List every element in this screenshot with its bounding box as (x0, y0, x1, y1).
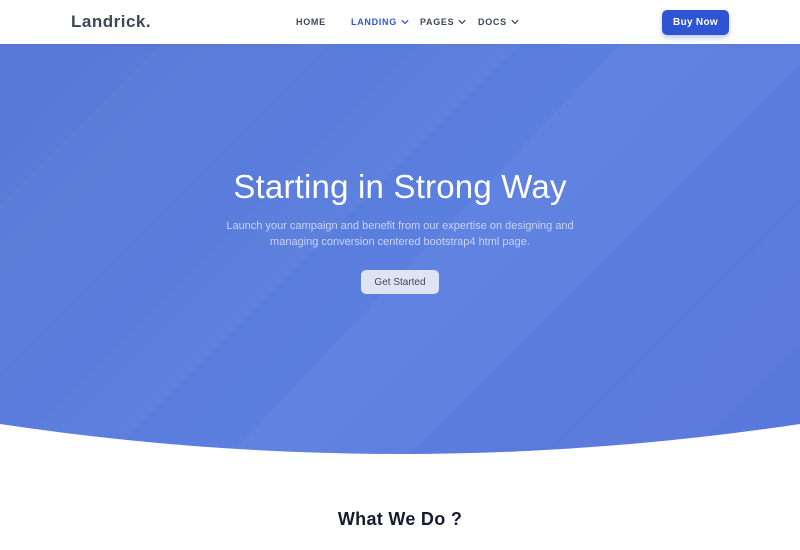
buy-now-button[interactable]: Buy Now (662, 10, 729, 35)
nav-item-label: DOCS (478, 17, 507, 27)
chevron-down-icon (401, 18, 409, 26)
section-title: What We Do ? (337, 509, 463, 529)
landing-page: Landrick. HOME LANDING PAGES DOCS Buy No… (0, 0, 800, 550)
chevron-down-icon (511, 18, 519, 26)
hero-section: Starting in Strong Way Launch your campa… (0, 44, 800, 454)
chevron-down-icon (458, 18, 466, 26)
nav-item-label: HOME (296, 17, 326, 27)
nav-item-pages[interactable]: PAGES (420, 15, 466, 29)
nav-item-home[interactable]: HOME (296, 15, 326, 29)
nav-item-label: PAGES (420, 17, 455, 27)
nav-item-label: LANDING (351, 17, 397, 27)
top-navbar: Landrick. HOME LANDING PAGES DOCS Buy No… (0, 0, 800, 44)
nav-item-docs[interactable]: DOCS (478, 15, 519, 29)
hero-bottom-curve (0, 424, 800, 454)
nav-item-landing[interactable]: LANDING (351, 15, 409, 29)
